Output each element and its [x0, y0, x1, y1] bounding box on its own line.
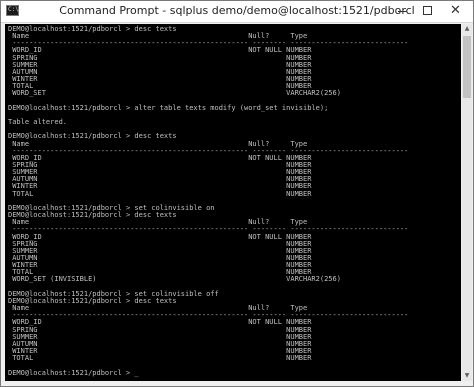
vertical-scrollbar[interactable]: ▲ ▼: [462, 24, 472, 381]
minimize-icon: [398, 11, 407, 12]
console-line: TOTAL NUMBER: [8, 354, 312, 363]
console-line: TOTAL NUMBER: [8, 189, 312, 198]
console-text: DEMO@localhost:1521/pdborcl > desc texts…: [8, 25, 408, 377]
title-bar[interactable]: C:\ Command Prompt - sqlplus demo/demo@l…: [1, 1, 473, 23]
maximize-button[interactable]: [415, 1, 441, 21]
close-icon: ✕: [450, 3, 461, 18]
scroll-thumb[interactable]: [463, 36, 471, 98]
close-button[interactable]: ✕: [441, 1, 471, 21]
command-prompt-window: C:\ Command Prompt - sqlplus demo/demo@l…: [0, 0, 474, 387]
maximize-icon: [423, 6, 432, 15]
console-line: DEMO@localhost:1521/pdborcl > _: [8, 368, 139, 377]
console-output[interactable]: DEMO@localhost:1521/pdborcl > desc texts…: [5, 24, 461, 381]
console-line: WORD_SET VARCHAR2(256): [8, 89, 341, 98]
scroll-down-arrow-icon[interactable]: ▼: [462, 371, 472, 381]
console-line: Table altered.: [8, 118, 68, 127]
minimize-button[interactable]: [389, 1, 415, 21]
scroll-up-arrow-icon[interactable]: ▲: [462, 24, 472, 34]
console-line: WORD_SET (INVISIBLE) VARCHAR2(256): [8, 275, 341, 284]
console-line: DEMO@localhost:1521/pdborcl > alter tabl…: [8, 103, 329, 112]
